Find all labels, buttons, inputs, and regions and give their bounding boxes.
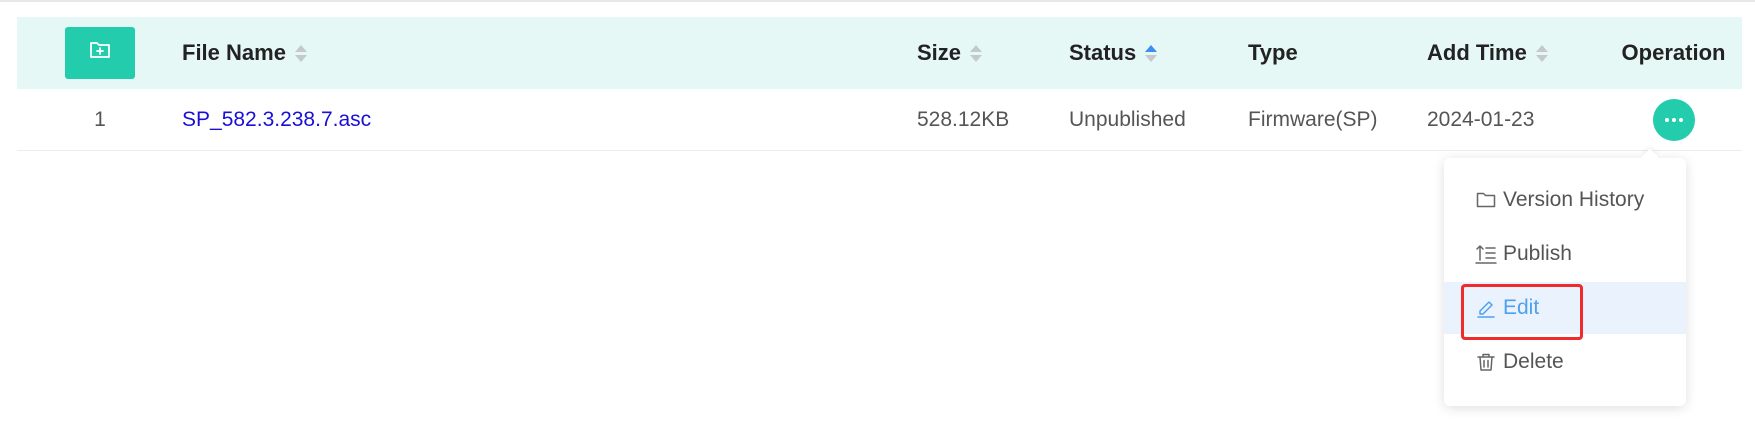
- ellipsis-icon: [1664, 117, 1683, 122]
- sort-icon[interactable]: [294, 44, 307, 62]
- file-type: Firmware(SP): [1248, 107, 1378, 131]
- file-name-link[interactable]: SP_582.3.238.7.asc: [182, 108, 371, 132]
- operation-dropdown-menu: Version History Publish Edit Delete: [1444, 158, 1686, 406]
- table-row: 1 SP_582.3.238.7.asc 528.12KB Unpublishe…: [17, 89, 1742, 151]
- more-actions-button[interactable]: [1652, 98, 1695, 141]
- menu-item-label: Edit: [1503, 296, 1540, 319]
- folder-plus-icon: [89, 40, 111, 66]
- file-table: File Name Size Status Type Add Time Oper…: [17, 17, 1742, 151]
- column-header-label: Type: [1248, 40, 1298, 65]
- sort-icon[interactable]: [1535, 44, 1548, 62]
- column-header-size[interactable]: Size: [917, 17, 983, 89]
- menu-item-publish[interactable]: Publish: [1444, 228, 1686, 280]
- column-header-operation: Operation: [1605, 17, 1742, 89]
- pencil-icon: [1474, 296, 1498, 320]
- file-name-cell: SP_582.3.238.7.asc: [182, 89, 371, 150]
- column-header-add-time[interactable]: Add Time: [1427, 17, 1548, 89]
- publish-icon: [1474, 242, 1498, 266]
- sort-icon[interactable]: [970, 44, 983, 62]
- column-header-type: Type: [1248, 17, 1298, 89]
- operation-cell: [1605, 89, 1742, 150]
- menu-item-label: Delete: [1503, 350, 1564, 373]
- new-folder-cell: [57, 17, 143, 89]
- menu-item-label: Version History: [1503, 188, 1645, 211]
- file-status: Unpublished: [1069, 107, 1186, 131]
- sort-ascending-icon[interactable]: [1145, 44, 1158, 62]
- top-divider: [0, 0, 1755, 2]
- new-folder-button[interactable]: [65, 27, 135, 79]
- menu-item-edit[interactable]: Edit: [1444, 282, 1686, 334]
- column-header-label: Size: [917, 40, 962, 65]
- column-header-status[interactable]: Status: [1069, 17, 1158, 89]
- menu-item-label: Publish: [1503, 242, 1572, 265]
- column-header-file-name[interactable]: File Name: [182, 17, 307, 89]
- column-header-label: File Name: [182, 40, 286, 65]
- trash-icon: [1474, 350, 1498, 374]
- column-header-label: Status: [1069, 40, 1137, 65]
- file-add-time: 2024-01-23: [1427, 107, 1535, 131]
- menu-item-version-history[interactable]: Version History: [1444, 174, 1686, 226]
- folder-icon: [1474, 188, 1498, 212]
- column-header-label: Operation: [1621, 40, 1726, 65]
- column-header-label: Add Time: [1427, 40, 1527, 65]
- file-size: 528.12KB: [917, 107, 1010, 131]
- menu-item-delete[interactable]: Delete: [1444, 336, 1686, 388]
- row-index: 1: [94, 107, 106, 131]
- table-header: File Name Size Status Type Add Time Oper…: [17, 17, 1742, 89]
